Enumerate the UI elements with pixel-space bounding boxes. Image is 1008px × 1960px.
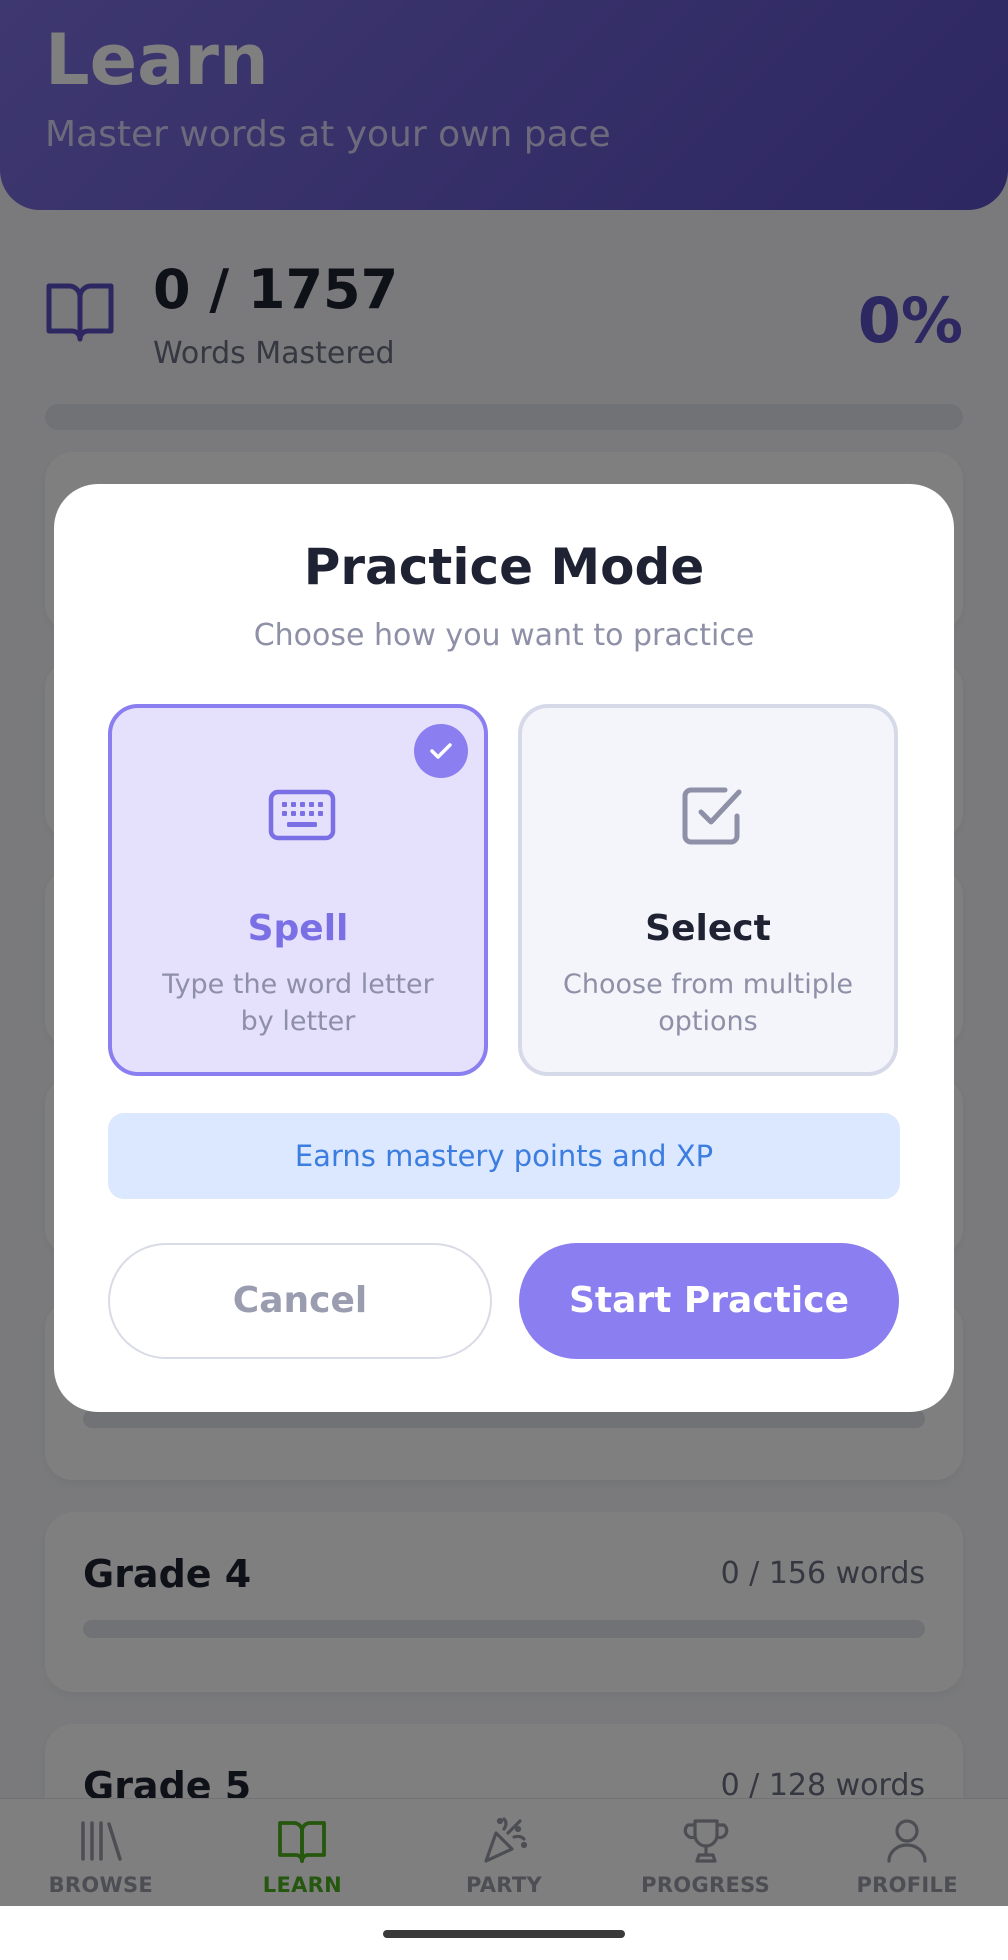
option-title: Select: [645, 908, 771, 949]
option-title: Spell: [247, 908, 349, 949]
practice-mode-dialog: Practice Mode Choose how you want to pra…: [54, 484, 954, 1412]
keyboard-icon: [268, 789, 336, 841]
mode-option-select[interactable]: Select Choose from multiple options: [518, 704, 898, 1076]
start-practice-button[interactable]: Start Practice: [519, 1243, 899, 1359]
dialog-subtitle: Choose how you want to practice: [253, 618, 755, 653]
mastery-info-banner: Earns mastery points and XP: [108, 1113, 900, 1199]
option-description: Choose from multiple options: [563, 969, 853, 1037]
mode-option-spell[interactable]: Spell Type the word letter by letter: [108, 704, 488, 1076]
cancel-button[interactable]: Cancel: [108, 1243, 492, 1359]
checkbox-icon: [682, 787, 742, 845]
option-description: Type the word letter by letter: [162, 969, 434, 1037]
selected-check-icon: [414, 724, 468, 778]
dialog-title: Practice Mode: [303, 538, 705, 596]
gesture-handle[interactable]: [383, 1930, 625, 1938]
